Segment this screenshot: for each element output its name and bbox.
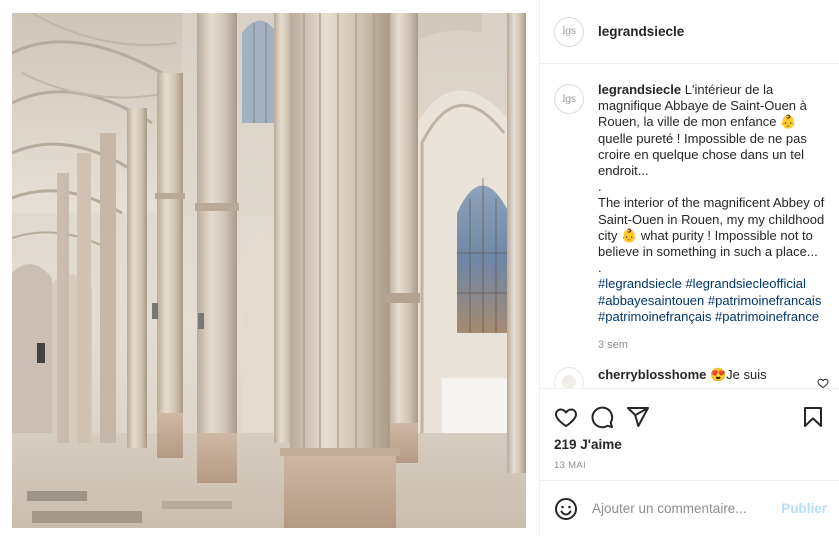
comment-body: 😍Je suis (710, 367, 767, 383)
caption-text-en: The interior of the magnificent Abbey of… (598, 195, 825, 260)
add-comment-bar: Publier (540, 480, 839, 536)
caption: lgs legrandsiecle L'intérieur de la magn… (554, 82, 825, 353)
header-username[interactable]: legrandsiecle (598, 24, 684, 39)
caption-timestamp[interactable]: 3 sem (598, 337, 825, 353)
post-side-panel: lgs legrandsiecle lgs legrandsiecle L'in… (540, 0, 839, 536)
photo-panel (0, 0, 540, 536)
comments-section[interactable]: lgs legrandsiecle L'intérieur de la magn… (540, 64, 839, 388)
post-comment-button[interactable]: Publier (781, 501, 827, 516)
caption-hashtags[interactable]: #legrandsiecle #legrandsiecleofficial #a… (598, 276, 825, 325)
comment-text: cherryblosshome 😍Je suis (598, 367, 808, 383)
comment-input[interactable] (592, 501, 782, 516)
smiley-icon[interactable] (554, 497, 578, 521)
caption-avatar[interactable]: lgs (554, 84, 584, 114)
post-modal: lgs legrandsiecle lgs legrandsiecle L'in… (0, 0, 839, 536)
actions-area: 219 J'aime 13 MAI (540, 388, 839, 480)
cathedral-interior-photo[interactable] (12, 13, 526, 528)
commenter-username[interactable]: cherryblosshome (598, 367, 706, 382)
bookmark-icon[interactable] (801, 405, 825, 429)
comment-like-icon[interactable] (817, 376, 829, 388)
post-date[interactable]: 13 MAI (554, 460, 825, 471)
avatar[interactable]: lgs (554, 16, 584, 47)
comment-bubble-icon[interactable] (590, 405, 614, 429)
paper-plane-icon[interactable] (626, 405, 650, 429)
caption-separator: . (598, 260, 602, 276)
post-header: lgs legrandsiecle (540, 0, 839, 64)
caption-username[interactable]: legrandsiecle (598, 82, 681, 97)
avatar-monogram: lgs (562, 26, 576, 37)
commenter-avatar[interactable] (554, 367, 584, 388)
likes-count[interactable]: 219 J'aime (554, 437, 825, 452)
caption-body: legrandsiecle L'intérieur de la magnifiq… (598, 82, 825, 353)
action-bar (554, 397, 825, 437)
heart-icon[interactable] (554, 405, 578, 429)
comment-item: cherryblosshome 😍Je suis (554, 367, 825, 388)
avatar-monogram: lgs (562, 93, 576, 105)
caption-separator: . (598, 179, 602, 195)
